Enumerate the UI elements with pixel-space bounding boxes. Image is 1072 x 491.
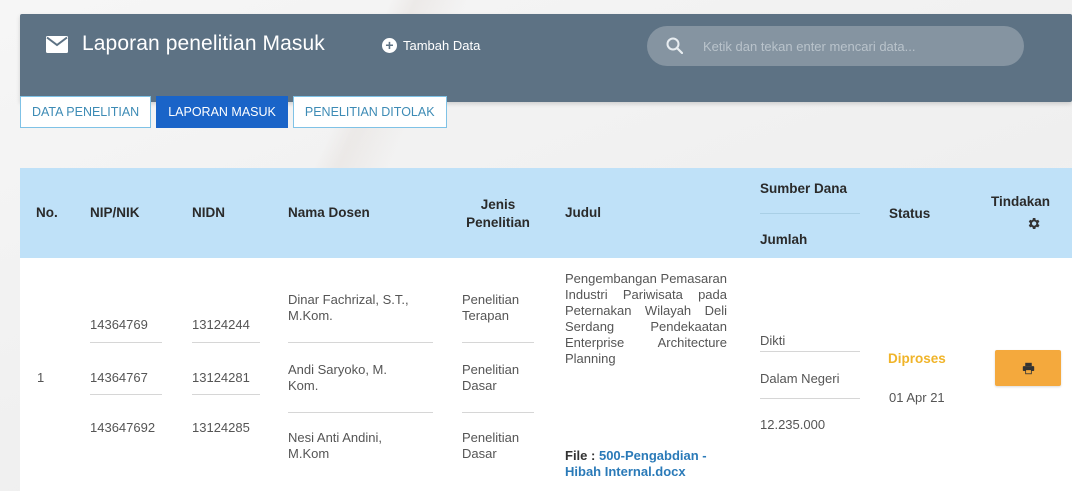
col-jenis-line1: Jenis bbox=[480, 197, 516, 212]
mail-icon bbox=[46, 36, 68, 53]
cell-divider bbox=[90, 342, 162, 343]
judul-value: Pengembangan Pemasaran Industri Pariwisa… bbox=[565, 271, 727, 366]
nip-value: 14364769 bbox=[90, 317, 148, 332]
cell-divider bbox=[760, 351, 860, 352]
page-header: Laporan penelitian Masuk + Tambah Data bbox=[20, 14, 1072, 102]
jenis-penelitian-value: Penelitian Terapan bbox=[462, 292, 520, 323]
search-box bbox=[647, 26, 1024, 66]
cell-divider bbox=[192, 342, 260, 343]
print-button[interactable] bbox=[995, 350, 1061, 386]
jenis-penelitian-value: Penelitian Dasar bbox=[462, 430, 520, 461]
col-sumber-dana: Sumber Dana bbox=[760, 181, 848, 196]
file-label: File : bbox=[565, 448, 596, 463]
col-nip: NIP/NIK bbox=[90, 205, 140, 220]
print-icon bbox=[1022, 362, 1034, 374]
table-header: No. NIP/NIK NIDN Nama Dosen Jenis Peneli… bbox=[20, 168, 1072, 258]
col-nama-dosen: Nama Dosen bbox=[288, 205, 370, 220]
cell-divider bbox=[90, 394, 162, 395]
research-table: No. NIP/NIK NIDN Nama Dosen Jenis Peneli… bbox=[20, 168, 1072, 491]
tab-laporan-masuk[interactable]: LAPORAN MASUK bbox=[156, 96, 288, 128]
search-icon bbox=[666, 37, 683, 54]
tab-penelitian-ditolak[interactable]: PENELITIAN DITOLAK bbox=[292, 96, 447, 128]
col-nidn: NIDN bbox=[192, 205, 225, 220]
col-tindakan: Tindakan bbox=[991, 194, 1051, 209]
plus-circle-icon: + bbox=[382, 38, 397, 53]
col-status: Status bbox=[889, 206, 931, 221]
nama-dosen-value: Nesi Anti Andini, M.Kom bbox=[288, 430, 382, 461]
cell-divider bbox=[462, 412, 534, 413]
jenis-penelitian-value: Penelitian Dasar bbox=[462, 362, 520, 393]
nidn-value: 13124281 bbox=[192, 370, 250, 385]
table-body: 1 14364769 14364767 143647692 13124244 1… bbox=[20, 258, 1072, 491]
col-jenis-penelitian: Jenis Penelitian bbox=[462, 196, 534, 232]
header-divider bbox=[760, 213, 860, 214]
nip-value: 14364767 bbox=[90, 370, 148, 385]
tab-bar: DATA PENELITIAN LAPORAN MASUK PENELITIAN… bbox=[20, 96, 452, 128]
nama-dosen-value: Andi Saryoko, M. Kom. bbox=[288, 362, 387, 393]
search-input[interactable] bbox=[703, 26, 1003, 66]
jumlah-value: 12.235.000 bbox=[760, 417, 826, 432]
page-title: Laporan penelitian Masuk bbox=[82, 32, 325, 55]
cell-divider bbox=[462, 342, 534, 343]
add-data-button[interactable]: + Tambah Data bbox=[382, 38, 480, 53]
gear-icon[interactable] bbox=[1026, 216, 1041, 231]
tab-data-penelitian[interactable]: DATA PENELITIAN bbox=[20, 96, 152, 128]
row-no: 1 bbox=[37, 370, 45, 385]
cell-divider bbox=[760, 398, 860, 399]
col-jumlah: Jumlah bbox=[760, 232, 808, 247]
status-date: 01 Apr 21 bbox=[889, 390, 945, 405]
add-data-label: Tambah Data bbox=[403, 38, 481, 53]
col-jenis-line2: Penelitian bbox=[466, 215, 530, 230]
nidn-value: 13124244 bbox=[192, 317, 250, 332]
status-badge: Diproses bbox=[888, 351, 946, 366]
nama-dosen-value: Dinar Fachrizal, S.T., M.Kom. bbox=[288, 292, 409, 323]
sumber-dana-value: Dikti bbox=[760, 333, 786, 348]
nip-value: 143647692 bbox=[90, 420, 156, 435]
nidn-value: 13124285 bbox=[192, 420, 250, 435]
cell-divider bbox=[288, 342, 433, 343]
col-no: No. bbox=[36, 205, 58, 220]
sumber-kategori-value: Dalam Negeri bbox=[760, 371, 840, 386]
file-attachment: File : 500-Pengabdian - Hibah Internal.d… bbox=[565, 448, 735, 480]
col-judul: Judul bbox=[565, 205, 601, 220]
cell-divider bbox=[192, 394, 260, 395]
cell-divider bbox=[288, 412, 433, 413]
